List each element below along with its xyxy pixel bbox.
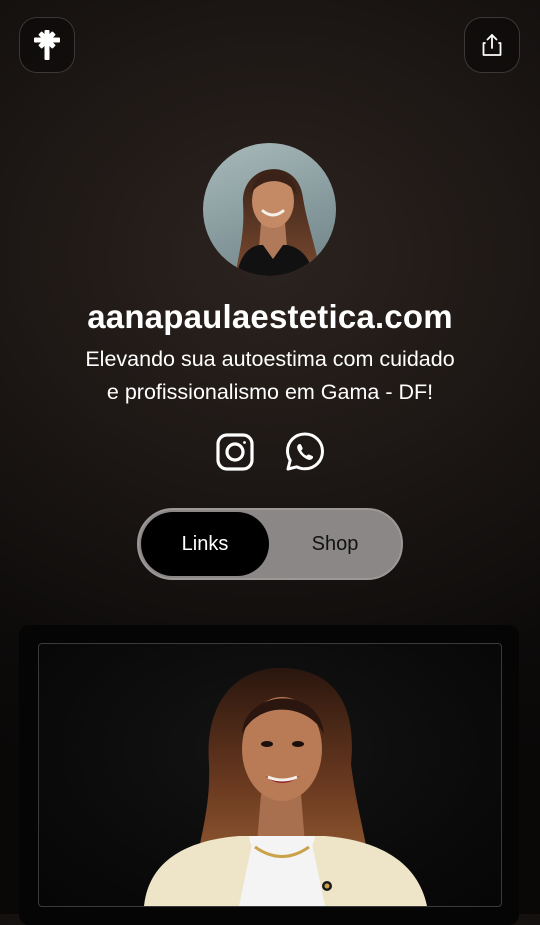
whatsapp-link[interactable] — [283, 430, 327, 474]
bio-line: Elevando sua autoestima com cuidado — [85, 347, 455, 371]
featured-link-card[interactable] — [19, 625, 519, 925]
instagram-link[interactable] — [213, 430, 257, 474]
tab-shop[interactable]: Shop — [271, 512, 399, 576]
profile-bio: Elevando sua autoestima com cuidado e pr… — [40, 343, 500, 409]
instagram-icon — [216, 433, 254, 471]
share-button[interactable] — [464, 17, 520, 73]
linktree-logo-button[interactable] — [19, 17, 75, 73]
profile-username: aanapaulaestetica.com — [87, 298, 453, 335]
links-shop-toggle: Links Shop — [137, 508, 403, 580]
whatsapp-icon — [286, 432, 324, 471]
social-links — [0, 430, 540, 474]
share-icon — [482, 34, 502, 56]
tab-links[interactable]: Links — [141, 512, 269, 576]
featured-image — [38, 643, 502, 907]
profile-avatar — [203, 143, 336, 276]
linktree-asterisk-icon — [34, 30, 60, 60]
bio-line: e profissionalismo em Gama - DF! — [106, 380, 434, 404]
